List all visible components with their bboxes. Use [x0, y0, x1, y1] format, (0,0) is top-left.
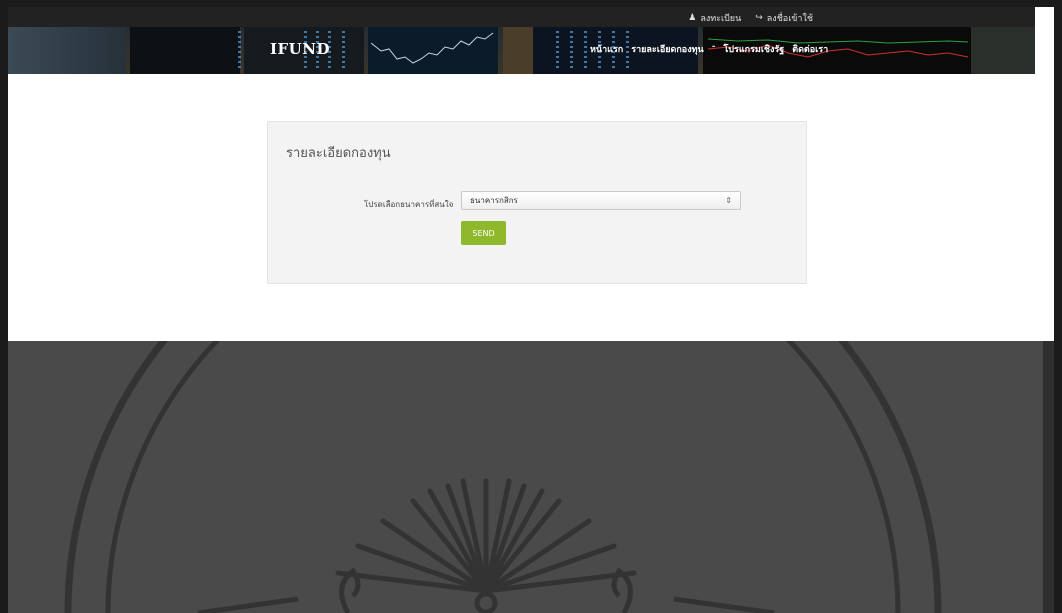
select-arrows-icon: ⇕: [725, 196, 732, 205]
account-links: ♟ ลงทะเบียน ↪ ลงชื่อเข้าใช้: [688, 11, 813, 25]
nav-separator: -: [711, 42, 716, 52]
banner-panel: [8, 27, 126, 74]
user-icon: ♟: [688, 13, 697, 23]
nav-item-home[interactable]: หน้าแรก: [590, 42, 623, 56]
register-link-label: ลงทะเบียน: [700, 14, 742, 24]
login-link-label: ลงชื่อเข้าใช้: [766, 14, 813, 24]
banner-panel: [503, 27, 533, 74]
fund-details-card: รายละเอียดกองทุน โปรดเลือกธนาคารที่สนใจ …: [267, 121, 807, 284]
header-banner: ♟ ลงทะเบียน ↪ ลงชื่อเข้าใช้ IFUND หน้าแร…: [8, 7, 1035, 74]
window-frame-right: [1054, 0, 1062, 613]
nav-item-program[interactable]: โปรแกรมเชิงรัฐ: [723, 42, 784, 56]
nav-item-fund-details[interactable]: รายละเอียดกองทุน: [631, 42, 703, 56]
site-logo[interactable]: IFUND: [270, 40, 330, 58]
top-bar: ♟ ลงทะเบียน ↪ ลงชื่อเข้าใช้: [8, 7, 1035, 27]
ticker-column: [342, 31, 345, 71]
ticker-column: [238, 31, 241, 71]
login-link[interactable]: ↪ ลงชื่อเข้าใช้: [755, 11, 813, 25]
window-frame-top: [0, 0, 1062, 7]
bank-select-value: ธนาคารกสิกร: [470, 196, 518, 205]
ticker-column: [570, 31, 573, 71]
banner-panel: [971, 27, 1035, 74]
footer: [8, 341, 1043, 613]
send-button[interactable]: SEND: [461, 221, 506, 245]
window-frame-left: [0, 0, 8, 613]
card-title: รายละเอียดกองทุน: [286, 146, 391, 161]
seal-emblem: [64, 341, 942, 613]
main-content: รายละเอียดกองทุน โปรดเลือกธนาคารที่สนใจ …: [8, 74, 1054, 341]
bank-select-label: โปรดเลือกธนาคารที่สนใจ: [364, 200, 454, 209]
nav-item-contact[interactable]: ติดต่อเรา: [792, 42, 828, 56]
ticker-column: [584, 31, 587, 71]
bank-select[interactable]: ธนาคารกสิกร ⇕: [461, 191, 741, 210]
stock-chart-graphic: [371, 32, 494, 64]
login-icon: ↪: [755, 13, 763, 23]
register-link[interactable]: ♟ ลงทะเบียน: [688, 11, 741, 25]
page-scrollbar[interactable]: [1043, 341, 1054, 613]
main-nav: หน้าแรก รายละเอียดกองทุน - โปรแกรมเชิงรั…: [590, 42, 828, 56]
banner-panel: [130, 27, 240, 74]
ticker-column: [556, 31, 559, 71]
